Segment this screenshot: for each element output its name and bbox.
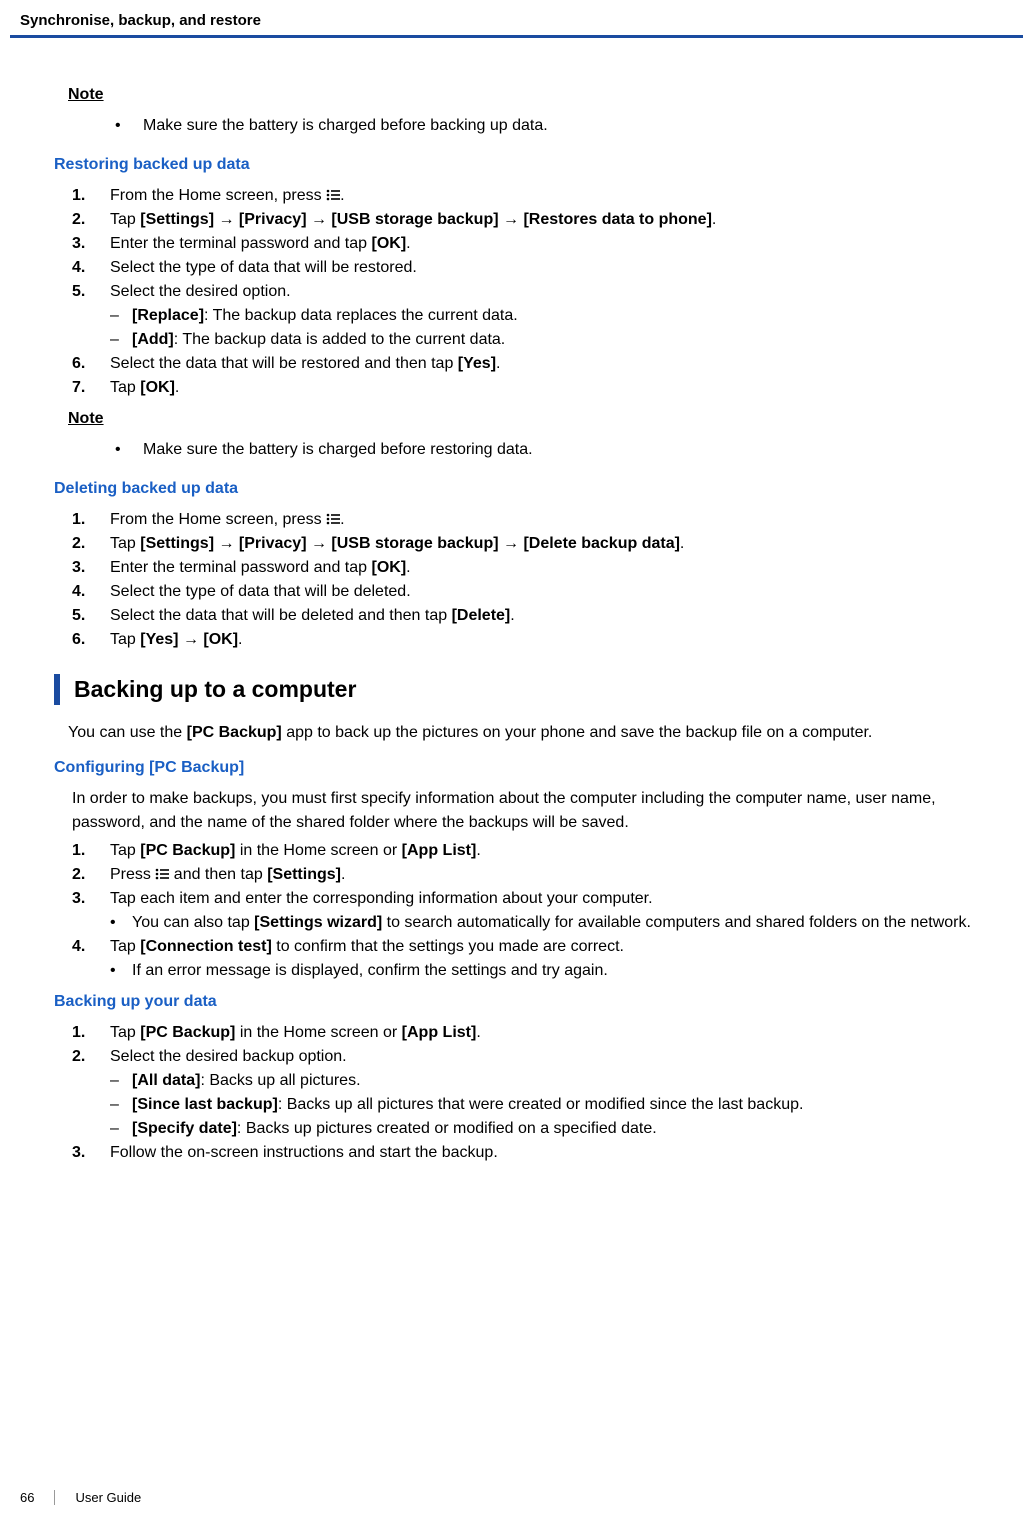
list-item: 4.Select the type of data that will be r… bbox=[72, 256, 983, 280]
menu-icon bbox=[326, 513, 340, 525]
step-text-post: . bbox=[340, 187, 344, 204]
intro-paragraph: You can use the [PC Backup] app to back … bbox=[68, 721, 983, 745]
step-text: Select the desired backup option. bbox=[110, 1048, 347, 1065]
menu-icon bbox=[155, 868, 169, 880]
list-item: 4.Tap [Connection test] to confirm that … bbox=[72, 935, 983, 983]
list-item: 4.Select the type of data that will be d… bbox=[72, 580, 983, 604]
list-item: 6.Select the data that will be restored … bbox=[72, 352, 983, 376]
configuring-steps: 1.Tap [PC Backup] in the Home screen or … bbox=[72, 839, 983, 983]
doc-title: User Guide bbox=[75, 1490, 141, 1505]
page-number: 66 bbox=[20, 1490, 55, 1505]
page-header: Synchronise, backup, and restore bbox=[0, 0, 1033, 35]
step-text-pre: From the Home screen, press bbox=[110, 187, 326, 204]
note-label: Note bbox=[68, 86, 983, 104]
list-item: 1.Tap [PC Backup] in the Home screen or … bbox=[72, 1021, 983, 1045]
list-item: 2.Tap [Settings] → [Privacy] → [USB stor… bbox=[72, 208, 983, 232]
step-text-pre: From the Home screen, press bbox=[110, 511, 326, 528]
main-heading-backup-computer: Backing up to a computer bbox=[54, 674, 983, 705]
step-text: Tap each item and enter the correspondin… bbox=[110, 890, 653, 907]
sub-item: If an error message is displayed, confir… bbox=[110, 959, 983, 983]
list-item: 2.Tap [Settings] → [Privacy] → [USB stor… bbox=[72, 532, 983, 556]
section-heading-backing-data: Backing up your data bbox=[54, 993, 983, 1011]
sub-item: [Add]: The backup data is added to the c… bbox=[110, 328, 983, 352]
list-item: 3.Tap each item and enter the correspond… bbox=[72, 887, 983, 935]
list-item: 5.Select the desired option. [Replace]: … bbox=[72, 280, 983, 352]
list-item: 2.Press and then tap [Settings]. bbox=[72, 863, 983, 887]
restoring-steps: 1.From the Home screen, press . 2.Tap [S… bbox=[72, 184, 983, 400]
list-item: 2.Select the desired backup option. [All… bbox=[72, 1045, 983, 1141]
note-label: Note bbox=[68, 410, 983, 428]
list-item: 5.Select the data that will be deleted a… bbox=[72, 604, 983, 628]
backing-data-steps: 1.Tap [PC Backup] in the Home screen or … bbox=[72, 1021, 983, 1165]
menu-icon bbox=[326, 189, 340, 201]
step-text: Select the type of data that will be res… bbox=[110, 259, 417, 276]
list-item: 3.Follow the on-screen instructions and … bbox=[72, 1141, 983, 1165]
section-heading-deleting: Deleting backed up data bbox=[54, 480, 983, 498]
list-item: 6.Tap [Yes] → [OK]. bbox=[72, 628, 983, 652]
section-heading-configuring: Configuring [PC Backup] bbox=[54, 759, 983, 777]
list-item: 3.Enter the terminal password and tap [O… bbox=[72, 232, 983, 256]
note-list: Make sure the battery is charged before … bbox=[115, 438, 983, 462]
sub-item: You can also tap [Settings wizard] to se… bbox=[110, 911, 983, 935]
list-item: 3.Enter the terminal password and tap [O… bbox=[72, 556, 983, 580]
sub-item: [Replace]: The backup data replaces the … bbox=[110, 304, 983, 328]
configuring-intro: In order to make backups, you must first… bbox=[72, 787, 983, 835]
page-footer: 66 User Guide bbox=[20, 1490, 141, 1505]
note-item: Make sure the battery is charged before … bbox=[115, 438, 983, 462]
list-item: 1.Tap [PC Backup] in the Home screen or … bbox=[72, 839, 983, 863]
chapter-title: Synchronise, backup, and restore bbox=[20, 12, 261, 29]
section-heading-restoring: Restoring backed up data bbox=[54, 156, 983, 174]
list-item: 1.From the Home screen, press . bbox=[72, 508, 983, 532]
step-text: Select the type of data that will be del… bbox=[110, 583, 411, 600]
sub-item: [All data]: Backs up all pictures. bbox=[110, 1069, 983, 1093]
step-text-post: . bbox=[340, 511, 344, 528]
page-content: Note Make sure the battery is charged be… bbox=[0, 38, 1033, 1165]
note-list: Make sure the battery is charged before … bbox=[115, 114, 983, 138]
sub-item: [Since last backup]: Backs up all pictur… bbox=[110, 1093, 983, 1117]
step-text-pre: Press bbox=[110, 866, 155, 883]
step-text: Follow the on-screen instructions and st… bbox=[110, 1144, 498, 1161]
deleting-steps: 1.From the Home screen, press . 2.Tap [S… bbox=[72, 508, 983, 652]
note-item: Make sure the battery is charged before … bbox=[115, 114, 983, 138]
sub-item: [Specify date]: Backs up pictures create… bbox=[110, 1117, 983, 1141]
list-item: 1.From the Home screen, press . bbox=[72, 184, 983, 208]
list-item: 7.Tap [OK]. bbox=[72, 376, 983, 400]
step-text: Select the desired option. bbox=[110, 283, 291, 300]
